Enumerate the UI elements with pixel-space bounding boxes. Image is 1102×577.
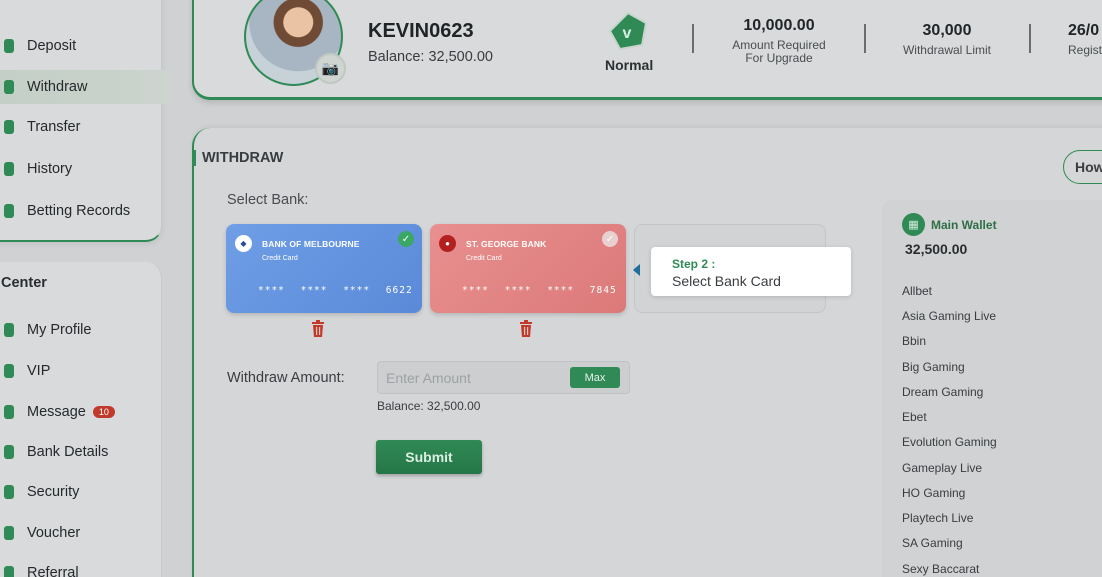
vip-level: Normal [605,57,654,73]
wallet-icon: ▦ [902,213,925,236]
divider [692,24,694,53]
stat-value: 30,000 [922,22,972,39]
sidebar-item-history[interactable]: History [0,152,172,186]
stat-label: Withdrawal Limit [902,43,992,57]
stat-registered: 26/0 Regist [1068,22,1102,57]
provider-item: Big Gaming [902,360,965,374]
provider-item: Ebet [902,410,927,424]
transfer-icon [4,120,14,134]
voucher-icon [4,526,14,540]
vip-icon [4,364,14,378]
message-icon [4,405,14,419]
bank-logo-icon: ● [439,235,456,252]
title-accent [193,150,196,166]
sidebar-item-label: Transfer [27,119,81,135]
trash-icon[interactable] [311,320,325,337]
available-balance: Balance: 32,500.00 [377,399,481,413]
svg-text:v: v [623,25,632,42]
betting-records-icon [4,204,14,218]
vip-badge-icon: v [608,11,648,51]
tooltip-hint: Select Bank Card [672,273,781,289]
provider-item: Dream Gaming [902,385,984,399]
check-icon: ✓ [398,231,414,247]
stat-label: For Upgrade [745,51,813,65]
sidebar-item-label: Bank Details [27,444,109,460]
sidebar-item-transfer[interactable]: Transfer [0,110,172,144]
check-icon: ✓ [602,231,618,247]
sidebar-item-my-profile[interactable]: My Profile [0,313,172,347]
bank-name: ST. GEORGE BANK [466,239,547,249]
page-title: WITHDRAW [202,150,284,166]
deposit-icon [4,39,14,53]
sidebar-item-message[interactable]: Message 10 [0,395,172,429]
sidebar-item-referral[interactable]: Referral [0,556,172,577]
provider-item: Bbin [902,334,927,348]
card-number: **** **** **** 6622 [258,285,413,296]
provider-item: Asia Gaming Live [902,309,997,323]
username: KEVIN0623 [368,20,474,42]
profile-balance: Balance: 32,500.00 [368,49,493,65]
sidebar-item-label: VIP [27,363,51,379]
tooltip-step: Step 2 : [672,257,716,271]
wallet-title: Main Wallet [931,218,997,232]
submit-button[interactable]: Submit [376,440,482,474]
stat-label: Regist [1068,43,1102,57]
max-button[interactable]: Max [570,367,620,388]
sidebar-item-label: Withdraw [27,79,88,95]
sidebar-item-label: Voucher [27,525,81,541]
sidebar-item-withdraw[interactable]: Withdraw [0,70,172,104]
sidebar-item-label: Security [27,484,80,500]
how-to-button[interactable]: How [1063,150,1102,184]
sidebar-item-bank-details[interactable]: Bank Details [0,435,172,469]
stat-value: 10,000.00 [743,17,815,34]
stat-value: 26/0 [1068,22,1100,39]
sidebar-item-label: Referral [27,565,79,577]
sidebar-item-voucher[interactable]: Voucher [0,516,172,550]
bank-card-st-george[interactable]: ● ST. GEORGE BANK Credit Card **** **** … [430,224,626,313]
provider-item: Gameplay Live [902,461,983,475]
provider-item: Allbet [902,284,933,298]
provider-item: HO Gaming [902,486,966,500]
card-type: Credit Card [262,255,298,262]
sidebar-item-betting-records[interactable]: Betting Records [0,194,172,228]
tooltip-arrow-icon [633,264,640,276]
stat-upgrade: 10,000.00 Amount Required For Upgrade [728,17,830,65]
provider-item: SA Gaming [902,536,963,550]
profile-icon [4,323,14,337]
sidebar-item-vip[interactable]: VIP [0,354,172,388]
provider-item: Evolution Gaming [902,435,997,449]
message-count-badge: 10 [92,406,115,419]
wallet-balance: 32,500.00 [905,241,968,257]
card-type: Credit Card [466,255,502,262]
provider-item: Sexy Baccarat [902,562,980,576]
sidebar-item-security[interactable]: Security [0,475,172,509]
sidebar-item-deposit[interactable]: Deposit [0,29,172,63]
bank-icon [4,445,14,459]
history-icon [4,162,14,176]
referral-icon [4,566,14,577]
sidebar-center-title: Center [1,275,47,291]
withdraw-icon [4,80,14,94]
divider [1029,24,1031,53]
stat-withdrawal-limit: 30,000 Withdrawal Limit [898,22,996,57]
trash-icon[interactable] [519,320,533,337]
sidebar-item-label: Betting Records [27,203,131,219]
select-bank-label: Select Bank: [227,192,309,208]
sidebar-item-label: Deposit [27,38,77,54]
provider-item: Playtech Live [902,511,974,525]
sidebar-item-label: My Profile [27,322,92,338]
sidebar-item-label: Message [27,404,86,420]
card-number: **** **** **** 7845 [462,285,617,296]
withdraw-amount-label: Withdraw Amount: [227,370,345,386]
bank-name: BANK OF MELBOURNE [262,239,360,249]
camera-icon[interactable]: 📷 [315,53,346,84]
shield-icon [4,485,14,499]
divider [864,24,866,53]
sidebar-item-label: History [27,161,73,177]
bank-logo-icon: ◆ [235,235,252,252]
bank-card-melbourne[interactable]: ◆ BANK OF MELBOURNE Credit Card **** ***… [226,224,422,313]
step-tooltip: Step 2 : Select Bank Card [651,247,851,296]
